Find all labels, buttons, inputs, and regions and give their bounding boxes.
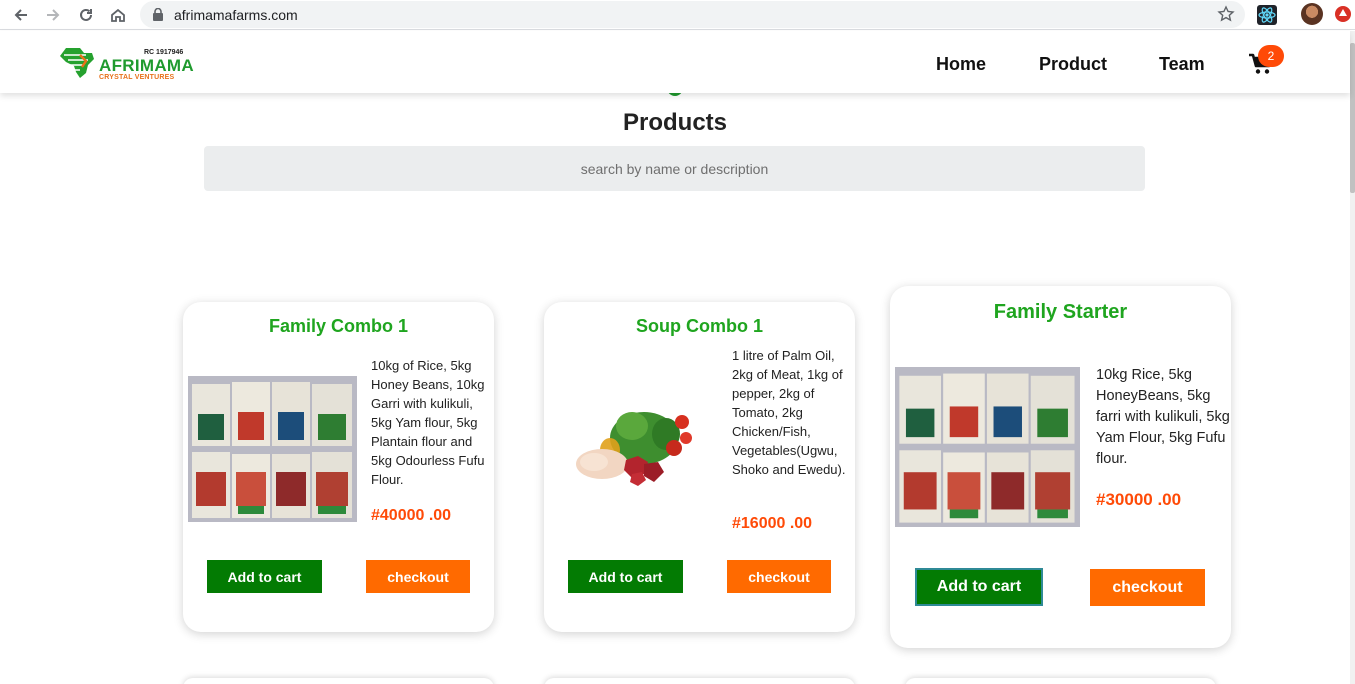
product-title: Family Combo 1 xyxy=(268,316,409,336)
product-image-grain-bags xyxy=(895,367,1080,527)
back-arrow-icon xyxy=(14,9,27,21)
nav-team[interactable]: Team xyxy=(1159,54,1205,75)
scrollbar-thumb[interactable] xyxy=(1350,43,1355,193)
forward-arrow-icon xyxy=(47,9,60,21)
home-icon xyxy=(111,8,125,22)
product-description: 10kg of Rice, 5kg Honey Beans, 10kg Garr… xyxy=(371,358,485,487)
add-to-cart-button[interactable]: Add to cart xyxy=(568,560,683,593)
address-bar[interactable]: afrimamafarms.com xyxy=(140,1,1245,28)
product-title: Family Starter xyxy=(993,301,1128,323)
checkout-button[interactable]: checkout xyxy=(1090,569,1205,606)
nav-product[interactable]: Product xyxy=(1039,54,1107,75)
profile-avatar[interactable] xyxy=(1301,3,1323,25)
product-card-family-starter: Family Starter 10kg Rice, 5kg HoneyBeans… xyxy=(890,286,1231,648)
url-text: afrimamafarms.com xyxy=(174,7,298,23)
site-header: RC 1917946 AFRIMAMA CRYSTAL VENTURES Hom… xyxy=(0,31,1350,93)
page-scrollbar[interactable] xyxy=(1350,31,1355,684)
back-button[interactable] xyxy=(11,5,31,25)
home-button[interactable] xyxy=(108,5,128,25)
product-card-next-row xyxy=(544,678,855,684)
africa-map-logo-icon xyxy=(60,48,94,78)
checkout-button[interactable]: checkout xyxy=(727,560,831,593)
product-card-soup-combo-1: Soup Combo 1 1 litre of Palm Oil, 2kg of… xyxy=(544,302,855,632)
afrimama-logo[interactable]: RC 1917946 AFRIMAMA CRYSTAL VENTURES xyxy=(58,43,198,83)
add-to-cart-button[interactable]: Add to cart xyxy=(915,568,1043,606)
logo-name: AFRIMAMA xyxy=(99,56,194,75)
checkout-button[interactable]: checkout xyxy=(366,560,470,593)
react-devtools-icon[interactable] xyxy=(1257,5,1277,25)
product-card-family-combo-1: Family Combo 1 10kg of Rice, 5kg Honey B… xyxy=(183,302,494,632)
product-price: #16000 .00 xyxy=(732,515,813,532)
search-input[interactable] xyxy=(204,146,1145,191)
extension-icon[interactable] xyxy=(1335,6,1351,22)
product-title: Soup Combo 1 xyxy=(636,316,763,336)
forward-button[interactable] xyxy=(43,5,63,25)
page-title: Products xyxy=(622,109,727,136)
product-description: 1 litre of Palm Oil, 2kg of Meat, 1kg of… xyxy=(732,348,846,477)
logo-subtitle: CRYSTAL VENTURES xyxy=(99,74,175,81)
product-card-next-row xyxy=(905,678,1216,684)
reload-button[interactable] xyxy=(76,5,96,25)
logo-rc-number: RC 1917946 xyxy=(144,49,184,56)
nav-home[interactable]: Home xyxy=(936,54,986,75)
product-price: #40000 .00 xyxy=(371,507,452,524)
lock-icon xyxy=(153,8,163,21)
product-card-next-row xyxy=(183,678,494,684)
product-image-soup-ingredients xyxy=(576,412,692,486)
product-price: #30000 .00 xyxy=(1096,490,1182,509)
product-description: 10kg Rice, 5kg HoneyBeans, 5kg farri wit… xyxy=(1096,367,1230,467)
product-image-grain-bags xyxy=(188,376,357,522)
cart-count-badge: 2 xyxy=(1258,45,1284,67)
reload-icon xyxy=(80,8,92,21)
browser-toolbar: afrimamafarms.com xyxy=(0,0,1355,30)
add-to-cart-button[interactable]: Add to cart xyxy=(207,560,322,593)
bookmark-star-icon[interactable] xyxy=(1217,5,1235,23)
